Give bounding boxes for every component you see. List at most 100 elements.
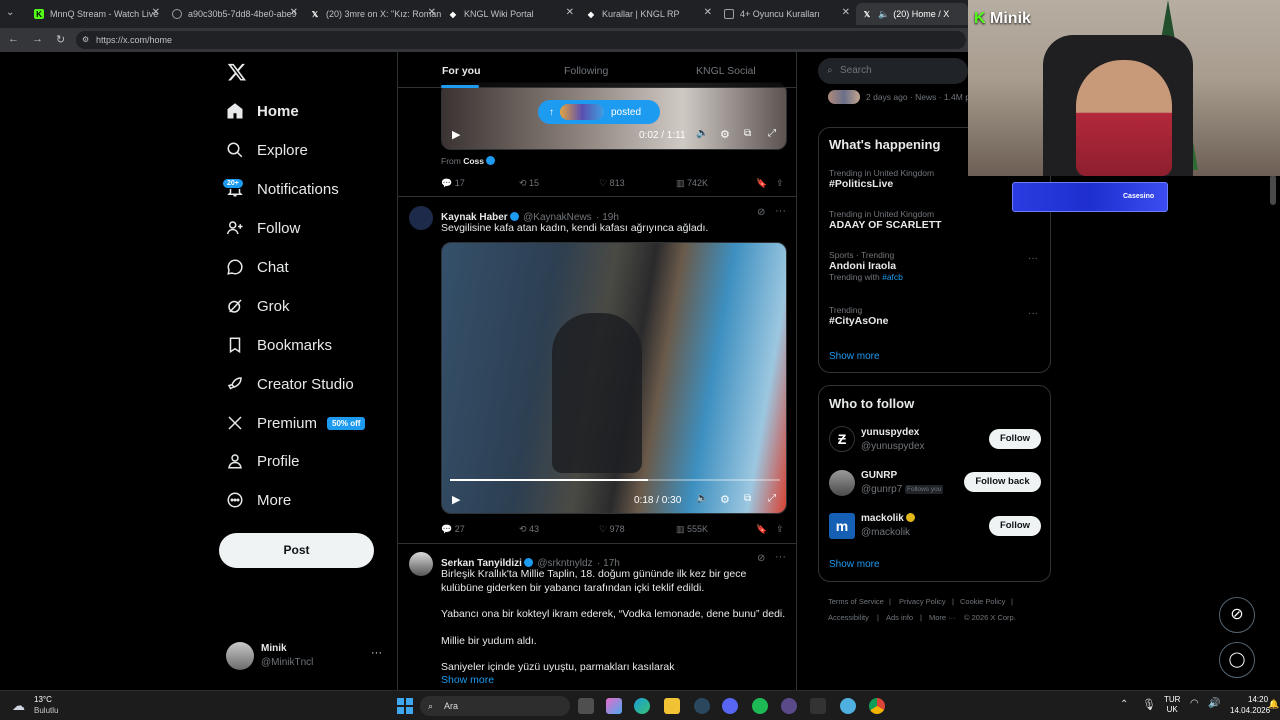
clock-date[interactable]: 14.04.2026 xyxy=(1230,706,1270,715)
more-icon[interactable]: ··· xyxy=(775,205,786,217)
reply-button[interactable]: 💬 17 xyxy=(441,178,465,189)
sidebar-item-notifications[interactable]: Notifications xyxy=(226,174,339,204)
play-icon[interactable]: ▶ xyxy=(452,493,460,506)
browser-tab[interactable]: K MnnQ Stream - Watch Live ✕ xyxy=(28,3,166,25)
edge-icon[interactable] xyxy=(634,698,650,714)
discord-icon[interactable] xyxy=(722,698,738,714)
bookmark-icon[interactable]: 🔖 xyxy=(756,524,767,535)
browser-tab[interactable]: ◆ Kurallar | KNGL RP ✕ xyxy=(580,3,718,25)
search-input[interactable]: ⌕ Search xyxy=(818,58,968,84)
trend-item[interactable]: Trending #CityAsOne xyxy=(829,305,1044,327)
weather-temp[interactable]: 13°C xyxy=(34,695,52,704)
views-button[interactable]: ▥ 555K xyxy=(676,524,708,535)
speaker-icon[interactable]: 🔈 xyxy=(878,9,889,20)
browser-tab[interactable]: 𝕏 (20) 3mre on X: "Kız: Roman ✕ xyxy=(304,3,442,25)
url-input[interactable]: ⚙ https://x.com/home xyxy=(76,31,966,49)
settings-icon[interactable]: ⚙ xyxy=(720,128,730,141)
tab-following[interactable]: Following xyxy=(564,65,608,77)
trend-more-icon[interactable]: ··· xyxy=(1028,308,1038,319)
taskbar-search[interactable]: ⌕ Ara xyxy=(420,696,570,716)
volume-icon[interactable]: 🔈 xyxy=(696,128,708,139)
grok-icon[interactable]: ⊘ xyxy=(757,553,765,564)
footer-link[interactable]: Accessibility xyxy=(828,613,869,622)
share-icon[interactable]: ⇪ xyxy=(776,178,784,189)
sidebar-item-creator-studio[interactable]: Creator Studio xyxy=(226,369,354,399)
browser-tab[interactable]: a90c30b5-7dd8-4be0-abe9 ✕ xyxy=(166,3,304,25)
tab-for-you[interactable]: For you xyxy=(442,65,481,77)
repost-button[interactable]: ⟲ 43 xyxy=(519,524,539,535)
account-more-icon[interactable]: ··· xyxy=(371,647,382,659)
from-attribution[interactable]: From Coss xyxy=(441,156,496,166)
close-tab-icon[interactable]: ✕ xyxy=(566,7,574,18)
grok-fab[interactable]: ⊘ xyxy=(1219,597,1255,633)
reload-icon[interactable]: ↻ xyxy=(56,33,65,46)
show-more-link[interactable]: Show more xyxy=(441,674,494,686)
chrome-icon[interactable] xyxy=(869,698,885,714)
site-info-icon[interactable]: ⚙ xyxy=(82,31,89,49)
close-tab-icon[interactable]: ✕ xyxy=(428,7,436,18)
avatar[interactable]: Ƶ xyxy=(829,426,855,452)
follow-back-button[interactable]: Follow back xyxy=(964,472,1041,492)
fullscreen-icon[interactable]: ⤢ xyxy=(768,493,776,504)
play-icon[interactable]: ▶ xyxy=(452,128,460,141)
microphone-icon[interactable]: 🎙 xyxy=(1142,698,1156,711)
account-name[interactable]: mackolik xyxy=(861,513,915,524)
pip-icon[interactable]: ⧉ xyxy=(744,493,751,504)
views-button[interactable]: ▥ 742K xyxy=(676,178,708,189)
sidebar-item-premium[interactable]: Premium 50% off xyxy=(226,408,366,438)
pip-icon[interactable]: ⧉ xyxy=(744,128,751,139)
x-logo-icon[interactable] xyxy=(227,62,247,82)
video-player[interactable]: ▶ 0:18 / 0:30 🔈 ⚙ ⧉ ⤢ xyxy=(441,242,787,514)
messages-fab[interactable]: ◯ xyxy=(1219,642,1255,678)
scrollbar[interactable] xyxy=(1270,175,1276,205)
weather-desc[interactable]: Bulutlu xyxy=(34,706,58,715)
sidebar-item-chat[interactable]: Chat xyxy=(226,252,289,282)
sidebar-item-bookmarks[interactable]: Bookmarks xyxy=(226,330,332,360)
repost-button[interactable]: ⟲ 15 xyxy=(519,178,539,189)
browser-tab-active[interactable]: 𝕏 🔈 (20) Home / X xyxy=(856,3,968,25)
avatar[interactable] xyxy=(829,470,855,496)
forward-icon[interactable]: → xyxy=(32,33,43,45)
trend-item[interactable]: Trending in United Kingdom ADAAY OF SCAR… xyxy=(829,209,1044,231)
footer-link[interactable]: More ··· xyxy=(929,613,956,622)
close-tab-icon[interactable]: ✕ xyxy=(290,7,298,18)
tab-list-icon[interactable]: ⌄ xyxy=(6,7,14,18)
avatar[interactable] xyxy=(409,552,433,576)
close-tab-icon[interactable]: ✕ xyxy=(842,7,850,18)
grok-icon[interactable]: ⊘ xyxy=(757,207,765,218)
tray-chevron-icon[interactable]: ⌃ xyxy=(1120,699,1128,710)
sidebar-item-home[interactable]: Home xyxy=(226,96,299,126)
steam-icon[interactable] xyxy=(694,698,710,714)
sidebar-item-grok[interactable]: Grok xyxy=(226,291,290,321)
footer-link[interactable]: Ads info xyxy=(886,613,913,622)
avatar[interactable] xyxy=(409,206,433,230)
account-switcher[interactable]: Minik @MinikTncl ··· xyxy=(226,640,386,674)
footer-link[interactable]: Cookie Policy xyxy=(960,597,1005,606)
app-icon[interactable] xyxy=(840,698,856,714)
tab-kngl-social[interactable]: KNGL Social xyxy=(696,65,756,77)
browser-tab[interactable]: ◆ KNGL Wiki Portal ✕ xyxy=(442,3,580,25)
news-card-tail[interactable]: 2 days ago · News · 1.4M p xyxy=(828,90,970,106)
progress-track[interactable] xyxy=(450,479,780,481)
back-icon[interactable]: ← xyxy=(8,33,19,45)
trend-more-icon[interactable]: ··· xyxy=(1028,253,1038,264)
account-name[interactable]: yunuspydex xyxy=(861,427,919,438)
spotify-icon[interactable] xyxy=(752,698,768,714)
browser-tab[interactable]: 4+ Oyuncu Kuralları ✕ xyxy=(718,3,856,25)
new-posts-pill[interactable]: ↑ posted xyxy=(538,100,660,124)
follow-button[interactable]: Follow xyxy=(989,516,1041,536)
input-language[interactable]: TUR UK xyxy=(1164,695,1180,715)
settings-icon[interactable]: ⚙ xyxy=(720,493,730,506)
reply-button[interactable]: 💬 27 xyxy=(441,524,465,535)
bookmark-icon[interactable]: 🔖 xyxy=(756,178,767,189)
account-name[interactable]: GUNRP xyxy=(861,470,897,481)
post-button[interactable]: Post xyxy=(219,533,374,568)
obs-icon[interactable] xyxy=(781,698,797,714)
file-explorer-icon[interactable] xyxy=(664,698,680,714)
clock-time[interactable]: 14:20 xyxy=(1248,695,1268,704)
start-button[interactable] xyxy=(397,698,413,714)
footer-link[interactable]: Terms of Service xyxy=(828,597,884,606)
copilot-icon[interactable] xyxy=(606,698,622,714)
follow-button[interactable]: Follow xyxy=(989,429,1041,449)
notification-bell-icon[interactable]: 🔔 xyxy=(1268,699,1279,710)
